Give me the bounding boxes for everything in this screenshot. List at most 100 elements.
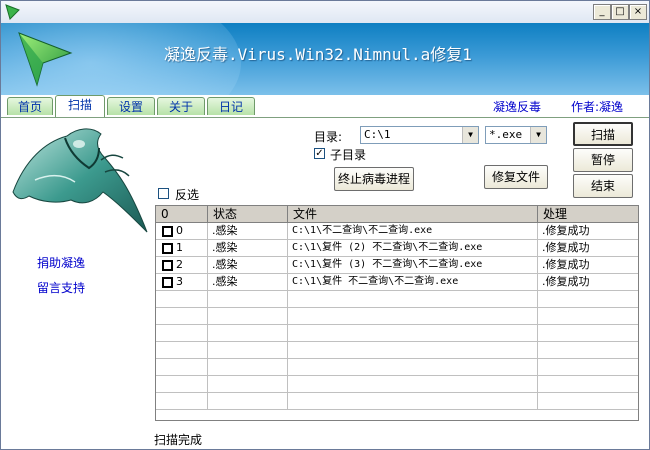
- ext-select[interactable]: *.exe ▼: [485, 126, 547, 144]
- dir-value: C:\1: [364, 128, 391, 141]
- app-window: _ □ × 凝逸反毒.Virus.Win32.Nimnul.a修复1 首页 扫描…: [0, 0, 650, 450]
- table-row[interactable]: 0 .感染 C:\1\不二查询\不二查询.exe .修复成功: [156, 223, 638, 240]
- row-id: 3: [176, 275, 183, 288]
- alien-ship-image: [12, 128, 148, 233]
- donate-link[interactable]: 捐助凝逸: [37, 254, 85, 271]
- left-panel: 捐助凝逸 留言支持: [1, 118, 151, 449]
- author-label: 作者:凝逸: [571, 100, 624, 114]
- table-row: [156, 376, 638, 393]
- empty-cell: [208, 376, 288, 392]
- empty-cell: [288, 376, 538, 392]
- table-row: [156, 342, 638, 359]
- empty-cell: [288, 342, 538, 358]
- empty-cell: [156, 376, 208, 392]
- row-status: .感染: [208, 223, 288, 239]
- empty-cell: [208, 359, 288, 375]
- row-action: .修复成功: [542, 258, 590, 271]
- empty-cell: [288, 393, 538, 409]
- empty-cell: [288, 291, 538, 307]
- feedback-link[interactable]: 留言支持: [37, 279, 85, 296]
- table-row: [156, 359, 638, 376]
- table-header: 0 状态 文件 处理: [156, 206, 638, 223]
- row-file: C:\1\复件 不二查询\不二查询.exe: [288, 274, 538, 290]
- chevron-down-icon[interactable]: ▼: [530, 127, 546, 143]
- empty-cell: [156, 291, 208, 307]
- row-status: .感染: [208, 274, 288, 290]
- minimize-button[interactable]: _: [593, 4, 611, 20]
- chevron-down-icon[interactable]: ▼: [462, 127, 478, 143]
- row-file: C:\1\不二查询\不二查询.exe: [288, 223, 538, 239]
- table-row[interactable]: 1 .感染 C:\1\复件 (2) 不二查询\不二查询.exe .修复成功: [156, 240, 638, 257]
- results-table[interactable]: 0 状态 文件 处理 0 .感染 C:\1\不二查询\不二查询.exe .修复成功 1.…: [155, 205, 639, 421]
- row-id: 2: [176, 258, 183, 271]
- tab-scan[interactable]: 扫描: [55, 95, 105, 117]
- scan-button[interactable]: 扫描: [573, 122, 633, 146]
- table-row: [156, 325, 638, 342]
- tab-log[interactable]: 日记: [207, 97, 255, 115]
- invert-checkbox[interactable]: [158, 188, 169, 199]
- empty-cell: [156, 325, 208, 341]
- table-row[interactable]: 3 .感染 C:\1\复件 不二查询\不二查询.exe .修复成功: [156, 274, 638, 291]
- repair-file-button[interactable]: 修复文件: [484, 165, 548, 189]
- column-header[interactable]: 处理: [538, 206, 638, 222]
- row-select-cell: 3: [156, 274, 208, 290]
- column-header[interactable]: 状态: [208, 206, 288, 222]
- dir-label: 目录:: [314, 130, 343, 144]
- subdir-checkbox[interactable]: ✓: [314, 148, 325, 159]
- row-checkbox[interactable]: [162, 243, 173, 254]
- tab-settings[interactable]: 设置: [107, 97, 155, 115]
- empty-cell: [538, 342, 638, 358]
- kill-process-button[interactable]: 终止病毒进程: [334, 167, 414, 191]
- empty-cell: [208, 393, 288, 409]
- column-header[interactable]: 0: [156, 206, 208, 222]
- table-row: [156, 308, 638, 325]
- tab-about[interactable]: 关于: [157, 97, 205, 115]
- empty-cell: [156, 342, 208, 358]
- row-checkbox[interactable]: [162, 226, 173, 237]
- empty-cell: [538, 308, 638, 324]
- close-button[interactable]: ×: [629, 4, 647, 20]
- table-row: [156, 291, 638, 308]
- empty-cell: [538, 325, 638, 341]
- table-row[interactable]: 2 .感染 C:\1\复件 (3) 不二查询\不二查询.exe .修复成功: [156, 257, 638, 274]
- title-bar[interactable]: _ □ ×: [1, 1, 649, 23]
- row-select-cell: 1: [156, 240, 208, 256]
- row-action: .修复成功: [542, 275, 590, 288]
- empty-cell: [208, 308, 288, 324]
- row-id: 1: [176, 241, 183, 254]
- row-select-cell: 0: [156, 223, 208, 239]
- row-checkbox[interactable]: [162, 260, 173, 271]
- row-action: .修复成功: [542, 241, 590, 254]
- empty-cell: [208, 342, 288, 358]
- end-button[interactable]: 结束: [573, 174, 633, 198]
- subdir-label: 子目录: [330, 148, 367, 162]
- column-header[interactable]: 文件: [288, 206, 538, 222]
- row-checkbox[interactable]: [162, 277, 173, 288]
- empty-cell: [288, 359, 538, 375]
- banner-title: 凝逸反毒.Virus.Win32.Nimnul.a修复1: [164, 45, 472, 64]
- invert-label: 反选: [175, 188, 200, 202]
- empty-cell: [208, 325, 288, 341]
- row-select-cell: 2: [156, 257, 208, 273]
- table-row: [156, 393, 638, 410]
- brand-link[interactable]: 凝逸反毒: [493, 98, 541, 115]
- row-id: 0: [176, 224, 183, 237]
- maximize-button[interactable]: □: [611, 4, 629, 20]
- empty-cell: [538, 291, 638, 307]
- row-file: C:\1\复件 (2) 不二查询\不二查询.exe: [288, 240, 538, 256]
- banner: 凝逸反毒.Virus.Win32.Nimnul.a修复1: [1, 23, 649, 95]
- empty-cell: [538, 393, 638, 409]
- empty-cell: [538, 359, 638, 375]
- empty-cell: [208, 291, 288, 307]
- empty-cell: [156, 393, 208, 409]
- pause-button[interactable]: 暂停: [573, 148, 633, 172]
- empty-cell: [288, 325, 538, 341]
- row-action: .修复成功: [542, 224, 590, 237]
- empty-cell: [156, 308, 208, 324]
- row-status: .感染: [208, 240, 288, 256]
- status-text: 扫描完成: [154, 433, 203, 447]
- tab-home[interactable]: 首页: [7, 97, 53, 115]
- empty-cell: [156, 359, 208, 375]
- dir-select[interactable]: C:\1 ▼: [360, 126, 479, 144]
- ext-value: *.exe: [489, 128, 523, 141]
